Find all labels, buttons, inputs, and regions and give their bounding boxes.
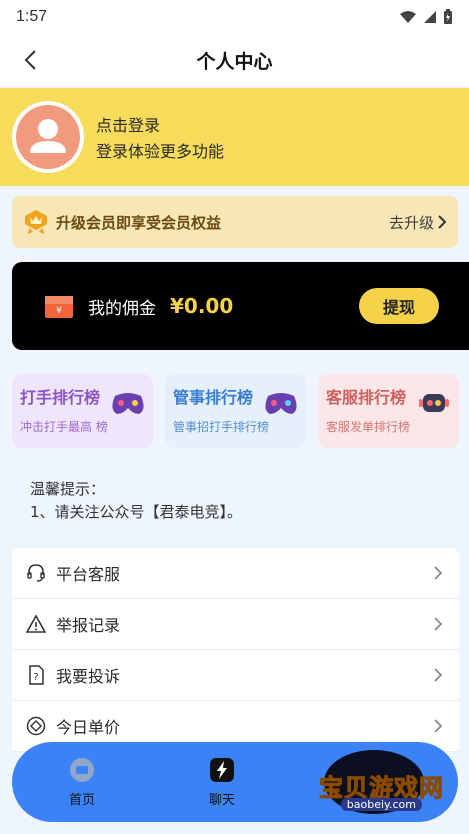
status-time: 1:57 (16, 8, 48, 25)
wallet-icon: ¥ (45, 296, 73, 318)
tab-chat-label: 聊天 (208, 792, 235, 808)
menu-item-complaint[interactable]: ? 我要投诉 (12, 650, 459, 701)
upgrade-link[interactable]: 去升级 (389, 212, 446, 233)
gamepad-icon (112, 393, 144, 414)
watermark-url: baobeiy.com (340, 798, 422, 811)
svg-text:?: ? (33, 672, 38, 683)
menu-item-reports[interactable]: 举报记录 (12, 599, 459, 650)
robot-headset-icon (419, 394, 449, 412)
chevron-right-icon (438, 215, 446, 229)
page-title: 个人中心 (196, 51, 273, 73)
status-icons (399, 9, 453, 25)
crown-badge-icon (25, 210, 47, 234)
chevron-left-icon (24, 50, 36, 70)
chevron-right-icon (434, 617, 443, 631)
tab-chat[interactable]: 聊天 (152, 757, 292, 808)
back-button[interactable] (16, 46, 44, 74)
vip-text: 升级会员即享受会员权益 (56, 213, 222, 232)
signal-icon (424, 11, 436, 23)
menu-label: 举报记录 (56, 616, 121, 635)
battery-icon (444, 9, 452, 24)
commission-label: 我的佣金 (88, 298, 156, 319)
rank-subtitle: 管事招打手排行榜 (173, 420, 270, 434)
warning-icon (26, 614, 46, 634)
login-subtitle: 登录体验更多功能 (96, 142, 225, 161)
menu-label: 平台客服 (56, 565, 121, 584)
bottom-navigation: 首页 聊天 宝贝游戏网 baobeiy.com (12, 742, 458, 822)
menu-item-support[interactable]: 平台客服 (12, 548, 459, 599)
withdraw-button[interactable]: 提现 (359, 288, 439, 324)
upgrade-label: 去升级 (388, 213, 434, 232)
commission-card: ¥ 我的佣金 ¥0.00 提现 (12, 262, 469, 350)
complaint-icon: ? (26, 665, 46, 685)
chevron-right-icon (434, 719, 443, 733)
tips-block: 温馨提示： 1、请关注公众号【君泰电竞】。 (30, 478, 450, 522)
login-texts: 点击登录 登录体验更多功能 (96, 112, 224, 162)
login-title[interactable]: 点击登录 (96, 112, 224, 136)
rank-card-fighter[interactable]: 打手排行榜 冲击打手最高 榜 (12, 374, 153, 448)
rank-card-service[interactable]: 客服排行榜 客服发单排行榜 (318, 374, 459, 448)
profile-login-area[interactable]: 点击登录 登录体验更多功能 (0, 88, 469, 186)
menu-list: 平台客服 举报记录 ? 我要投诉 今日单价 (12, 548, 459, 752)
watermark-logo: 宝贝游戏网 baobeiy.com (294, 750, 444, 814)
avatar[interactable] (12, 101, 84, 173)
rank-card-manager[interactable]: 管事排行榜 管事招打手排行榜 (165, 374, 306, 448)
home-icon (70, 757, 94, 782)
rank-subtitle: 客服发单排行榜 (326, 420, 411, 434)
chevron-right-icon (434, 566, 443, 580)
headset-icon (26, 563, 46, 583)
chat-bolt-icon (210, 757, 234, 782)
nav-bar: 个人中心 (0, 34, 469, 86)
commission-value: ¥0.00 (170, 294, 234, 318)
tips-title: 温馨提示： (30, 480, 106, 498)
vip-upgrade-banner[interactable]: 升级会员即享受会员权益 去升级 (12, 196, 458, 248)
status-bar: 1:57 (0, 0, 469, 34)
svg-text:¥: ¥ (56, 306, 62, 316)
tab-home[interactable]: 首页 (12, 757, 152, 808)
user-avatar-icon (16, 105, 80, 169)
tab-home-label: 首页 (68, 792, 95, 808)
price-icon (26, 716, 46, 736)
rank-subtitle: 冲击打手最高 榜 (20, 420, 108, 434)
gamepad-icon (265, 393, 297, 414)
wifi-icon (400, 11, 416, 23)
menu-label: 今日单价 (56, 718, 121, 737)
menu-label: 我要投诉 (56, 667, 121, 686)
tips-line: 1、请关注公众号【君泰电竞】。 (30, 503, 243, 521)
ranking-cards: 打手排行榜 冲击打手最高 榜 管事排行榜 管事招打手排行榜 客服排行榜 客服发单… (12, 374, 459, 448)
chevron-right-icon (434, 668, 443, 682)
